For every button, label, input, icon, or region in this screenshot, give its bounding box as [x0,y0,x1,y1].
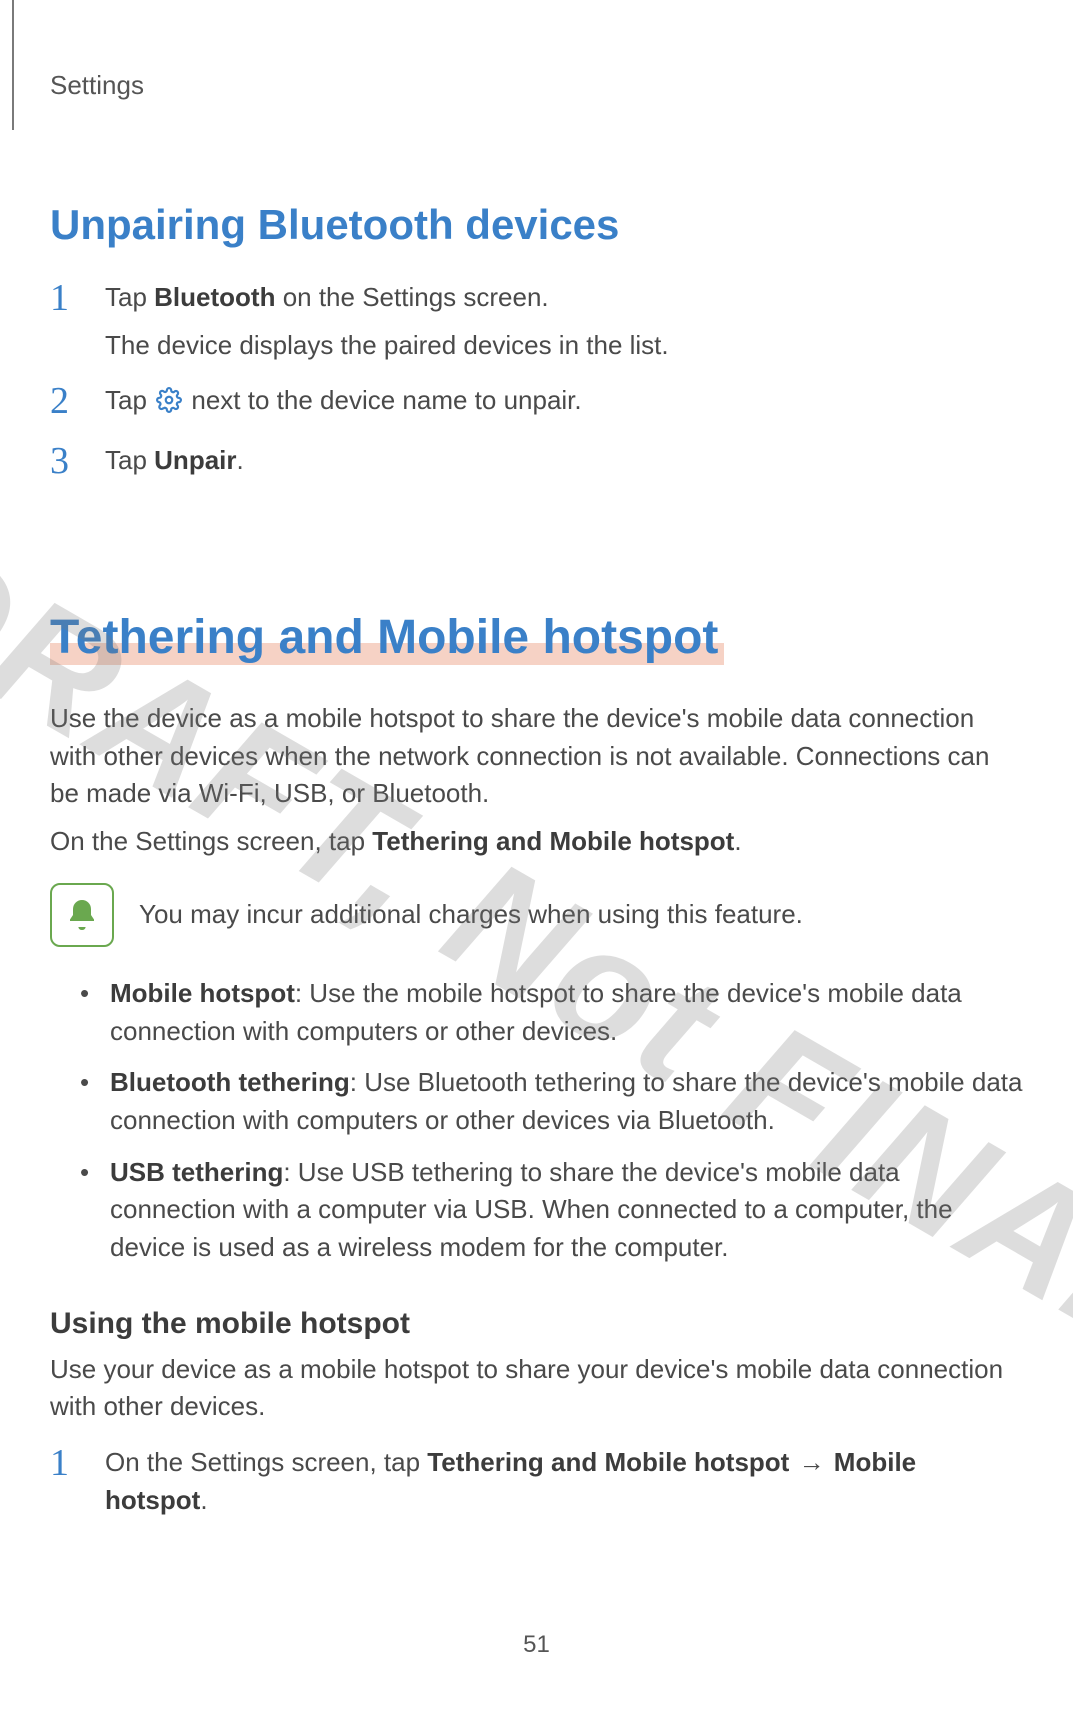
step-row: 1 On the Settings screen, tap Tethering … [50,1444,1023,1519]
note-text: You may incur additional charges when us… [139,899,803,930]
list-item: Bluetooth tethering: Use Bluetooth tethe… [80,1064,1023,1139]
bold-text: Tethering and Mobile hotspot [372,826,734,856]
text: On the Settings screen, tap [50,826,372,856]
bold-text: Mobile hotspot [110,978,295,1008]
bell-icon [50,883,114,947]
step-body: On the Settings screen, tap Tethering an… [105,1444,1023,1519]
step-body: Tap next to the device name to unpair. [105,382,1023,424]
text: . [237,445,244,475]
text: Tap [105,385,154,415]
text: On the Settings screen, tap [105,1447,427,1477]
page-number: 51 [0,1631,1073,1659]
heading-tethering: Tethering and Mobile hotspot [50,610,724,665]
bullet-list: Mobile hotspot: Use the mobile hotspot t… [80,975,1023,1267]
bold-text: Bluetooth tethering [110,1067,350,1097]
note-callout: You may incur additional charges when us… [50,883,1023,947]
subheading-using-hotspot: Using the mobile hotspot [50,1307,1023,1341]
left-margin-rule [12,0,14,130]
arrow-icon: → [791,1447,831,1477]
step-row: 3 Tap Unpair. [50,442,1023,480]
step-body: Tap Bluetooth on the Settings screen. Th… [105,279,1023,364]
step-body: Tap Unpair. [105,442,1023,480]
header-category: Settings [50,70,1023,101]
text: next to the device name to unpair. [184,385,581,415]
bold-text: Unpair [154,445,236,475]
text: . [200,1485,207,1515]
text: Tap [105,445,154,475]
paragraph: Use your device as a mobile hotspot to s… [50,1351,1023,1426]
bold-text: Bluetooth [154,282,275,312]
gear-icon [156,386,182,424]
bold-text: USB tethering [110,1157,283,1187]
step-subtext: The device displays the paired devices i… [105,327,1023,365]
document-page: Settings Unpairing Bluetooth devices 1 T… [0,0,1073,1719]
step-number: 1 [50,1444,105,1482]
paragraph: On the Settings screen, tap Tethering an… [50,823,1023,861]
paragraph: Use the device as a mobile hotspot to sh… [50,700,1023,813]
text: . [734,826,741,856]
list-item: USB tethering: Use USB tethering to shar… [80,1154,1023,1267]
step-number: 2 [50,382,105,420]
text: on the Settings screen. [275,282,548,312]
step-row: 2 Tap next to the device name to unpair. [50,382,1023,424]
step-number: 3 [50,442,105,480]
step-number: 1 [50,279,105,317]
text: Tap [105,282,154,312]
list-item: Mobile hotspot: Use the mobile hotspot t… [80,975,1023,1050]
bold-text: Tethering and Mobile hotspot [427,1447,789,1477]
step-row: 1 Tap Bluetooth on the Settings screen. … [50,279,1023,364]
heading-unpairing: Unpairing Bluetooth devices [50,201,1023,249]
